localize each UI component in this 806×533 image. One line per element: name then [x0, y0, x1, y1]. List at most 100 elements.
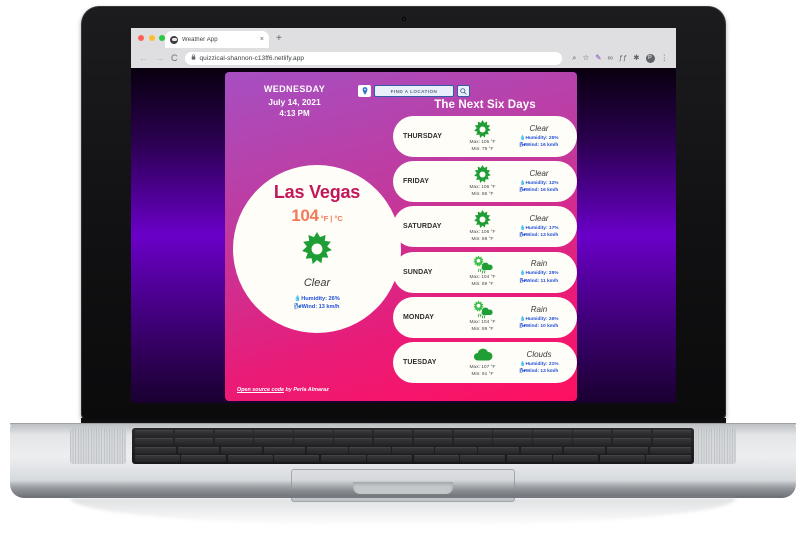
search-input[interactable]: FIND A LOCATION — [374, 85, 454, 97]
sun-rain-icon — [472, 300, 494, 320]
forecast-detail: Clear 💧Humidity: 17% 🌬Wind: 13 km/h — [510, 214, 568, 239]
pin-glyph — [362, 87, 367, 95]
forecast-row-monday[interactable]: MONDAY Max: 104 °F Min: 89 °F Rain 💧Humi… — [393, 296, 577, 338]
wind-value: Wind: 13 km/h — [301, 304, 340, 311]
current-weather-circle: Las Vegas 104 °F | °C Clear 💧Humidity: 2… — [233, 165, 401, 333]
keyboard-row — [135, 430, 691, 437]
forecast-condition: Clear — [529, 169, 549, 178]
minimize-window-button[interactable] — [148, 35, 155, 41]
reload-icon[interactable]: C — [171, 53, 178, 63]
sun-icon — [473, 165, 492, 185]
forward-icon[interactable]: → — [155, 53, 164, 63]
app-header: WEDNESDAY July 14, 2021 4:13 PM FIND A L… — [225, 72, 577, 118]
keyboard-row — [135, 438, 691, 446]
forecast-humidity: 💧Humidity: 26% — [519, 316, 558, 323]
current-temperature: 104 — [291, 206, 319, 225]
keyboard-row — [135, 446, 691, 454]
forecast-day: MONDAY — [403, 313, 435, 321]
forecast-wind: 🌬Wind: 16 km/h — [520, 142, 559, 149]
current-time: 4:13 PM — [279, 109, 310, 118]
forecast-row-tuesday[interactable]: TUESDAY Max: 107 °F Min: 91 °F Clouds 💧H… — [393, 341, 577, 383]
forecast-humidity-value: Humidity: 12% — [525, 181, 559, 186]
day-of-week: WEDNESDAY — [263, 84, 326, 94]
forecast-day: FRIDAY — [403, 178, 430, 186]
forecast-max: Max: 106 °F — [469, 184, 496, 190]
forecast-list: THURSDAY Max: 105 °F Min: 79 °F Clear 💧H… — [393, 116, 577, 383]
search-icon[interactable] — [457, 85, 470, 97]
browser-menu-icon[interactable]: ⋮ — [661, 54, 669, 62]
magnifier-glyph — [460, 87, 467, 95]
sun-glyph — [302, 232, 332, 265]
web-page: WEDNESDAY July 14, 2021 4:13 PM FIND A L… — [131, 68, 676, 403]
forecast-humidity-value: Humidity: 25% — [525, 135, 559, 141]
unit-separator: | — [330, 214, 333, 223]
forecast-icon-block: Max: 105 °F Min: 79 °F — [455, 120, 510, 154]
tab-title: Weather App — [182, 36, 218, 43]
forecast-humidity: 💧Humidity: 25% — [519, 270, 558, 277]
current-condition: Clear — [303, 277, 331, 289]
forecast-condition: Rain — [530, 304, 548, 314]
keyboard — [132, 428, 694, 464]
screenshot-root: Weather App × + ← → C quizzical-shannon-… — [0, 0, 806, 533]
extension-1-icon[interactable]: ✎ — [595, 54, 601, 62]
wind-row: 🌬Wind: 13 km/h — [294, 303, 340, 311]
back-icon[interactable]: ← — [139, 53, 148, 63]
forecast-row-friday[interactable]: FRIDAY Max: 106 °F Min: 86 °F Clear 💧Hum… — [393, 161, 577, 203]
cloud-glyph — [473, 349, 492, 361]
forecast-row-sunday[interactable]: SUNDAY Max: 104 °F Min: 89 °F Rain 💧Humi… — [393, 251, 577, 293]
source-code-link[interactable]: Open source code — [237, 387, 284, 393]
humidity-value: Humidity: 26% — [301, 296, 340, 302]
city-name: Las Vegas — [273, 182, 361, 202]
forecast-icon-block: Max: 104 °F Min: 89 °F — [455, 255, 510, 289]
forecast-min: Min: 79 °F — [471, 146, 494, 152]
search-placeholder: FIND A LOCATION — [390, 88, 438, 94]
keyboard-keys — [135, 430, 692, 463]
forecast-wind: 🌬Wind: 10 km/h — [520, 323, 559, 330]
speaker-grill-left — [70, 428, 126, 464]
browser-tab[interactable]: Weather App × — [165, 31, 269, 48]
forecast-condition: Clouds — [526, 349, 552, 359]
forecast-icon-block: Max: 106 °F Min: 86 °F — [455, 165, 510, 199]
keyboard-row — [135, 455, 692, 463]
sun-icon — [473, 120, 492, 140]
forecast-wind-value: Wind: 16 km/h — [525, 143, 559, 148]
forecast-min: Min: 91 °F — [471, 372, 494, 378]
forecast-detail: Rain 💧Humidity: 26% 🌬Wind: 10 km/h — [510, 305, 568, 330]
unit-fahrenheit-button[interactable]: °F — [321, 214, 329, 223]
webcam-icon — [401, 17, 406, 21]
partly-cloudy-icon — [170, 35, 178, 44]
author-link[interactable]: Perla Almaraz — [293, 387, 328, 393]
forecast-detail: Clear 💧Humidity: 25% 🌬Wind: 16 km/h — [510, 124, 568, 149]
sun-behind-rain-glyph — [472, 255, 493, 274]
forecast-max: Max: 105 °F — [469, 139, 496, 145]
location-pin-icon[interactable] — [358, 85, 371, 97]
zoom-icon[interactable]: ⌕ — [572, 54, 576, 62]
bookmark-star-icon[interactable]: ☆ — [582, 54, 589, 62]
window-controls[interactable] — [138, 35, 165, 41]
close-window-button[interactable] — [138, 35, 144, 41]
current-datetime: WEDNESDAY July 14, 2021 4:13 PM — [237, 83, 352, 118]
browser-chrome: Weather App × + ← → C quizzical-shannon-… — [131, 28, 676, 403]
forecast-condition: Rain — [530, 259, 548, 269]
forecast-detail: Clouds 💧Humidity: 21% 🌬Wind: 13 km/h — [510, 350, 568, 375]
close-tab-button[interactable]: × — [260, 36, 264, 43]
address-bar[interactable]: quizzical-shannon-c13ff6.netlify.app — [184, 51, 563, 65]
forecast-min: Min: 89 °F — [471, 282, 494, 288]
forecast-humidity-value: Humidity: 21% — [525, 361, 559, 367]
unit-celsius-button[interactable]: °C — [334, 214, 342, 223]
footer-credit: Open source code by Perla Almaraz — [237, 387, 329, 393]
forecast-row-thursday[interactable]: THURSDAY Max: 105 °F Min: 79 °F Clear 💧H… — [393, 116, 577, 157]
forecast-humidity: 💧Humidity: 21% — [519, 361, 558, 368]
extension-2-icon[interactable]: ∞ — [608, 54, 613, 62]
extension-4-icon[interactable]: ✱ — [633, 54, 639, 62]
profile-avatar[interactable]: P — [645, 53, 655, 63]
current-metrics: 💧Humidity: 26% 🌬Wind: 13 km/h — [294, 295, 340, 312]
forecast-row-saturday[interactable]: SATURDAY Max: 106 °F Min: 88 °F Clear 💧H… — [393, 206, 577, 248]
forecast-day: THURSDAY — [403, 133, 443, 140]
cloud-icon — [472, 345, 494, 365]
new-tab-button[interactable]: + — [276, 34, 282, 44]
forecast-condition: Clear — [529, 214, 549, 224]
sun-icon — [473, 210, 492, 230]
extension-3-icon[interactable]: ƒƒ — [619, 54, 627, 62]
forecast-humidity-value: Humidity: 26% — [525, 316, 559, 322]
